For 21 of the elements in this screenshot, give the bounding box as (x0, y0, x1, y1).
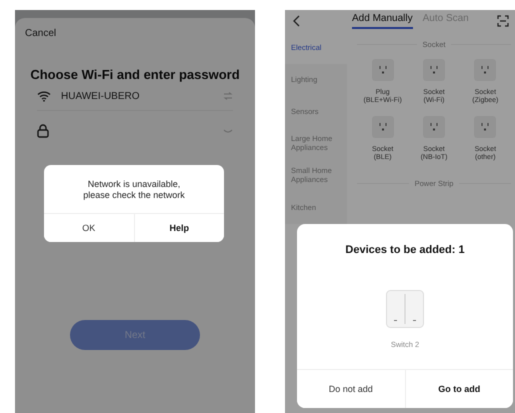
dialog-button[interactable]: Go to add (404, 370, 513, 408)
socket-icon[interactable] (474, 59, 496, 81)
scan-icon[interactable] (497, 15, 509, 27)
wall-switch-icon (386, 290, 424, 328)
switch-icon[interactable] (223, 92, 233, 100)
dialog-button[interactable]: Help (134, 214, 224, 242)
alert-message: Network is unavailable, please check the network (82, 178, 186, 202)
tab[interactable]: Add Manually (352, 13, 413, 29)
wifi-name: HUAWEI-UBERO (61, 90, 140, 102)
socket-icon[interactable] (372, 116, 394, 138)
dialog-title: Devices to be added: 1 (345, 244, 465, 256)
lock-icon (37, 124, 49, 138)
socket-icon[interactable] (422, 116, 445, 138)
cancel-link[interactable]: Cancel (25, 28, 56, 39)
back-icon[interactable] (293, 15, 300, 27)
screen-title: Choose Wi-Fi and enter password (29, 67, 241, 82)
eye-closed-icon[interactable] (223, 128, 233, 134)
socket-icon[interactable] (422, 59, 445, 81)
socket-icon[interactable] (372, 59, 394, 81)
socket-icon[interactable] (474, 116, 496, 138)
wifi-icon (37, 90, 51, 102)
